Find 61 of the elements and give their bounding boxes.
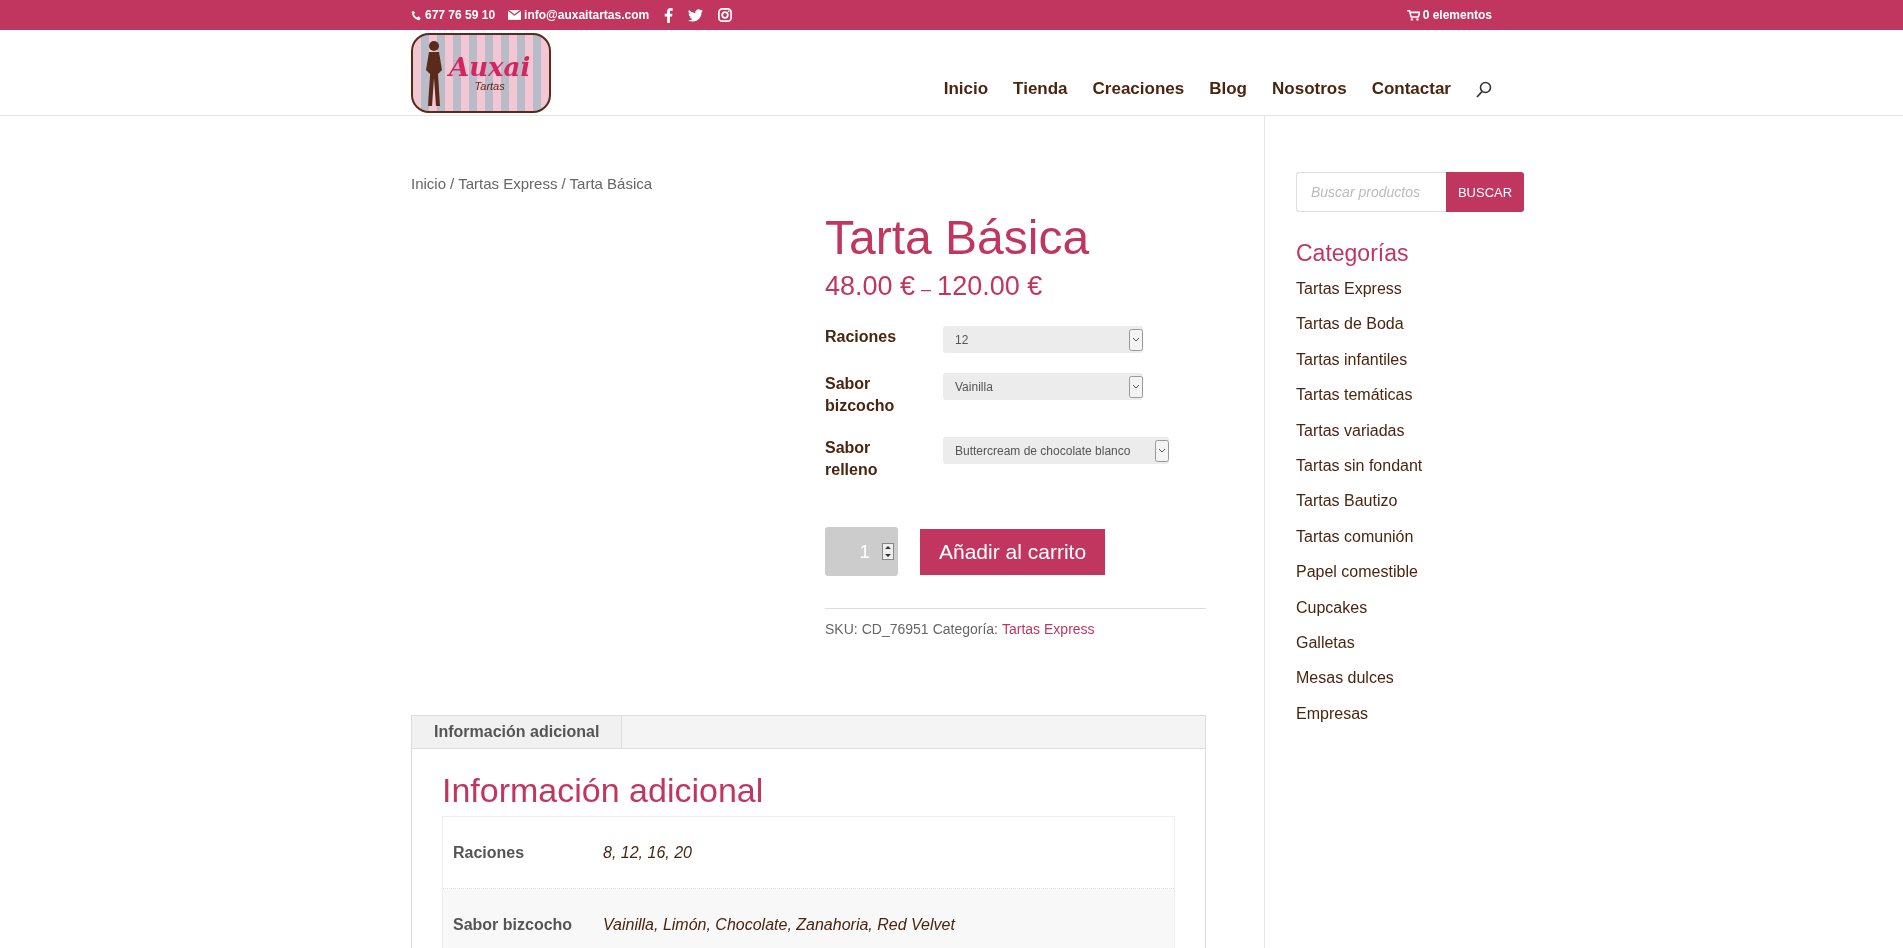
nav-link[interactable]: Contactar [1371,79,1451,99]
product-title: Tarta Básica [825,210,1091,266]
phone-icon [411,9,422,21]
option-select[interactable]: Vainilla [943,373,1143,401]
search-field[interactable]: Buscar productos [1296,172,1446,212]
category-link[interactable]: Cupcakes [1296,589,1524,626]
woman-silhouette-icon [423,38,445,108]
breadcrumb-separator: / [450,175,455,192]
option-label: Raciones [825,327,898,348]
facebook-icon[interactable] [664,7,674,23]
attribute-value: 8, 12, 16, 20 [603,843,692,862]
logo-tagline: Tartas [474,80,505,92]
breadcrumb-link[interactable]: Inicio [411,175,447,192]
category-label: Categoría: [932,621,998,638]
nav-link[interactable]: Creaciones [1092,79,1185,99]
option-label: Sabor bizcocho [825,374,896,417]
category-link[interactable]: Tartas de Boda [1296,306,1524,342]
logo-name: Auxai [449,54,531,80]
breadcrumb-separator: / [561,175,566,192]
sidebar-heading: Categorías [1296,240,1410,267]
option-label: Sabor relleno [825,438,879,481]
option-select[interactable]: 12 [943,326,1143,354]
sku-value: CD_76951 [861,621,929,638]
category-link[interactable]: Tartas Express [1296,271,1524,307]
email-link[interactable]: info@auxaitartas.com [524,8,650,22]
mail-icon [508,10,522,20]
category-link[interactable]: Tartas variadas [1296,412,1524,449]
cart-link[interactable]: 0 elementos [1422,8,1492,22]
nav-link[interactable]: Blog [1209,79,1247,99]
phone-number[interactable]: 677 76 59 10 [425,8,496,22]
add-to-cart-button[interactable]: Añadir al carrito [920,528,1106,575]
category-link[interactable]: Empresas [1296,695,1524,732]
breadcrumb-link[interactable]: Tartas Express [458,175,558,192]
category-link[interactable]: Tartas temáticas [1296,377,1524,413]
category-link[interactable]: Tartas comunión [1296,518,1524,555]
attribute-value: Vainilla, Limón, Chocolate, Zanahoria, Red Velvet [603,915,955,934]
instagram-icon[interactable] [718,8,733,22]
price-to: 120.00 € [937,271,1043,303]
category-link[interactable]: Tartas Express [1002,621,1095,638]
sku-label: SKU: [825,621,858,638]
category-link[interactable]: Tartas infantiles [1296,341,1524,378]
price-separator: – [921,279,932,301]
category-link[interactable]: Tartas sin fondant [1296,448,1524,484]
attribute-name: Sabor bizcocho [453,915,574,934]
category-link[interactable]: Galletas [1296,625,1524,661]
option-select[interactable]: Buttercream de chocolate blanco [943,437,1169,465]
logo[interactable]: Auxai Tartas [411,33,551,113]
section-heading: Información adicional [442,771,765,811]
search-icon[interactable] [1476,80,1492,98]
spinner-icon [882,543,894,561]
nav-link[interactable]: Tienda [1013,79,1068,99]
category-link[interactable]: Papel comestible [1296,554,1524,590]
nav-link[interactable]: Nosotros [1272,79,1347,99]
attribute-name: Raciones [453,843,526,862]
nav-link[interactable]: Inicio [943,79,989,99]
category-link[interactable]: Tartas Bautizo [1296,483,1524,519]
twitter-icon[interactable] [688,8,704,22]
price-from: 48.00 € [825,271,916,303]
search-button[interactable]: BUSCAR [1446,172,1524,212]
category-link[interactable]: Mesas dulces [1296,660,1524,696]
cart-icon [1406,9,1420,21]
